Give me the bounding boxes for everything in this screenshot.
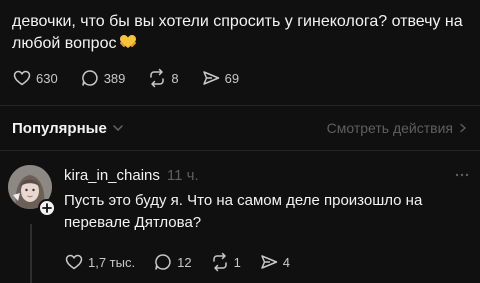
more-options-button[interactable] — [454, 166, 470, 184]
more-horizontal-icon — [455, 173, 469, 177]
comment-repost-count: 1 — [233, 254, 241, 270]
repost-count: 8 — [171, 70, 179, 86]
heart-icon — [65, 254, 83, 270]
comment-header: kira_in_chains 11 ч. — [64, 166, 470, 184]
send-icon — [261, 255, 278, 269]
comment-text: Пусть это буду я. Что на самом деле прои… — [64, 192, 423, 231]
post-text-content: девочки, что бы вы хотели спросить у гин… — [12, 13, 463, 52]
repost-icon — [212, 252, 227, 272]
chevron-right-icon — [460, 123, 466, 133]
comment-share-count: 4 — [282, 254, 291, 270]
comment-reply-button[interactable]: 12 — [153, 252, 192, 272]
comment-share-button[interactable]: 4 — [259, 252, 290, 272]
post-text: девочки, что бы вы хотели спросить у гин… — [12, 11, 467, 57]
comment-bubble-icon — [81, 70, 98, 86]
sort-label: Популярные — [12, 119, 107, 137]
comment-like-count: 1,7 тыс. — [88, 254, 136, 270]
comment-repost-button[interactable]: 1 — [210, 252, 241, 272]
divider — [0, 150, 480, 151]
like-button[interactable]: 630 — [12, 68, 58, 88]
send-icon — [202, 71, 219, 85]
heart-hands-emoji-icon — [119, 34, 137, 57]
comment-like-button[interactable]: 1,7 тыс. — [64, 252, 135, 272]
divider — [0, 105, 480, 106]
post-stats: 630 389 8 69 — [12, 68, 261, 88]
comment-bubble-icon — [155, 254, 171, 270]
follow-button[interactable] — [38, 199, 56, 217]
view-activity-label: Смотреть действия — [326, 120, 453, 136]
share-button[interactable]: 69 — [201, 68, 239, 88]
plus-icon — [42, 203, 52, 213]
comment-avatar-wrap — [8, 165, 56, 217]
repost-icon — [150, 68, 165, 88]
repost-button[interactable]: 8 — [147, 68, 179, 88]
comment-stats: 1,7 тыс. 12 1 4 — [64, 252, 308, 272]
reply-count: 389 — [103, 70, 126, 86]
heart-icon — [13, 70, 31, 86]
comment-reply-count: 12 — [177, 254, 192, 270]
view-activity-link[interactable]: Смотреть действия — [327, 120, 468, 136]
share-count: 69 — [224, 70, 240, 86]
sort-dropdown[interactable]: Популярные — [12, 120, 124, 137]
comment-time: 11 ч. — [166, 166, 199, 184]
reply-button[interactable]: 389 — [80, 68, 126, 88]
sort-bar: Популярные Смотреть действия — [12, 118, 468, 138]
like-count: 630 — [36, 70, 58, 86]
thread-line — [30, 224, 32, 283]
chevron-down-icon — [113, 125, 123, 131]
comment-username[interactable]: kira_in_chains — [64, 167, 160, 184]
